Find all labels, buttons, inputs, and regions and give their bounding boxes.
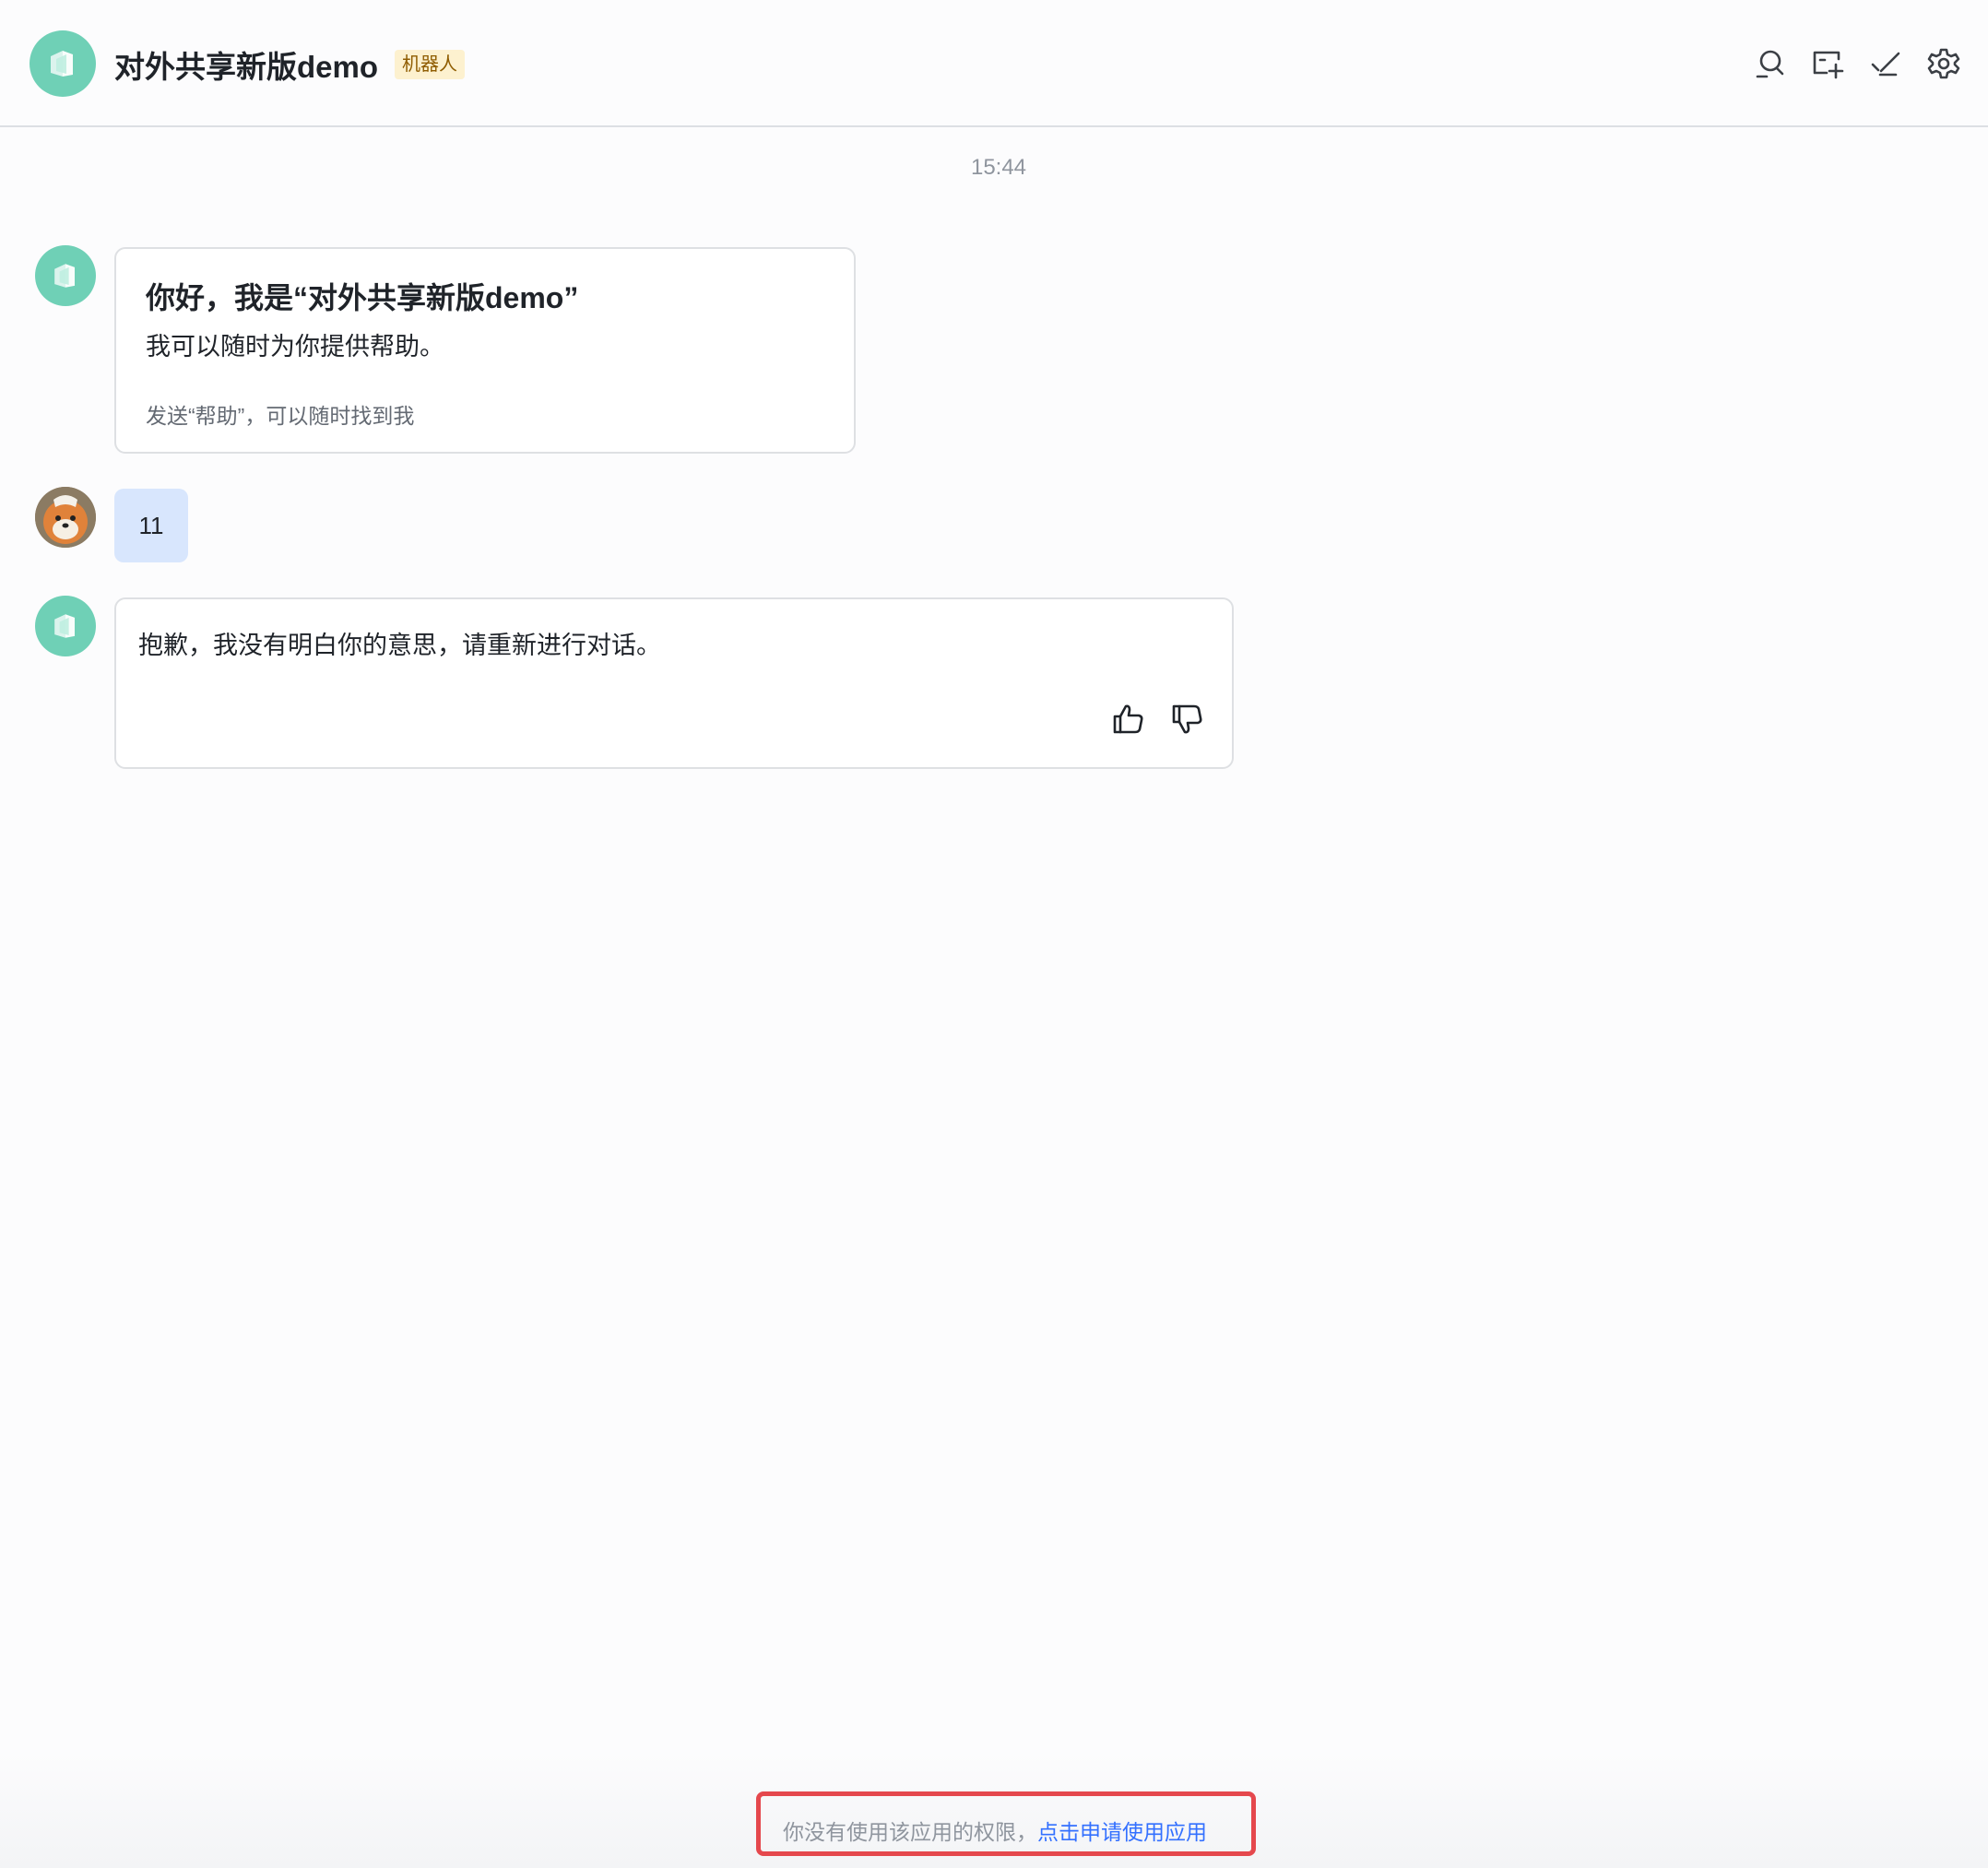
permission-text: 你没有使用该应用的权限，点击申请使用应用 — [783, 1815, 1207, 1846]
permission-notice: 你没有使用该应用的权限，点击申请使用应用 — [756, 1791, 1256, 1856]
chat-window: 对外共享新版demo 机器人 15:44 你好，我是“对外共享新版demo” 我… — [0, 0, 1988, 1868]
bot-logo-icon — [51, 51, 73, 77]
message-timestamp: 15:44 — [970, 155, 1027, 180]
welcome-title: 你好，我是“对外共享新版demo” — [146, 281, 579, 314]
check-icon[interactable] — [1868, 46, 1903, 81]
bot-logo-icon — [54, 264, 75, 288]
user-message-bubble: 11 — [114, 489, 188, 562]
search-icon[interactable] — [1752, 46, 1787, 81]
settings-icon[interactable] — [1926, 46, 1961, 81]
welcome-subtitle: 我可以随时为你提供帮助。 — [146, 333, 444, 361]
bot-reply-text: 抱歉，我没有明白你的意思，请重新进行对话。 — [138, 632, 661, 659]
bot-avatar[interactable] — [30, 30, 96, 97]
user-avatar[interactable] — [35, 487, 96, 548]
apply-access-link[interactable]: 点击申请使用应用 — [1037, 1820, 1207, 1844]
thumbs-up-icon[interactable] — [1110, 701, 1147, 738]
user-avatar-image — [35, 487, 96, 548]
bot-logo-icon — [54, 614, 75, 638]
bot-reply-card: 抱歉，我没有明白你的意思，请重新进行对话。 — [114, 597, 1234, 769]
chat-title: 对外共享新版demo — [114, 50, 379, 84]
thumbs-down-icon[interactable] — [1169, 701, 1206, 738]
new-topic-icon[interactable] — [1810, 46, 1845, 81]
permission-message: 你没有使用该应用的权限， — [783, 1820, 1037, 1844]
robot-badge: 机器人 — [395, 50, 465, 79]
bot-avatar[interactable] — [35, 596, 96, 656]
bot-avatar[interactable] — [35, 245, 96, 306]
welcome-hint: 发送“帮助”，可以随时找到我 — [146, 404, 415, 428]
chat-header: 对外共享新版demo 机器人 — [0, 0, 1988, 127]
welcome-card: 你好，我是“对外共享新版demo” 我可以随时为你提供帮助。 发送“帮助”，可以… — [114, 247, 856, 454]
